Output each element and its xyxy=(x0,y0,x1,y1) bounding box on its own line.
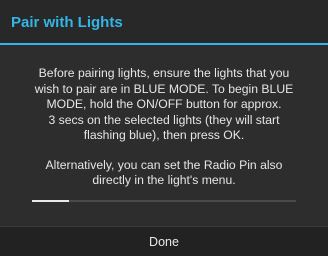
pair-lights-dialog: Pair with Lights Before pairing lights, … xyxy=(0,0,328,256)
dialog-footer: Done xyxy=(0,226,328,256)
done-button[interactable]: Done xyxy=(0,235,328,249)
progress-fill xyxy=(32,200,69,202)
message-line: 3 secs on the selected lights (they will… xyxy=(48,112,280,127)
message-line: Before pairing lights, ensure the lights… xyxy=(38,66,290,80)
instructions-message: Before pairing lights, ensure the lights… xyxy=(0,66,328,189)
message-line: MODE, hold the ON/OFF button for approx. xyxy=(46,97,282,111)
dialog-title: Pair with Lights xyxy=(11,14,123,31)
message-line: directly in the light's menu. xyxy=(92,173,236,187)
message-line: flashing blue), then press OK. xyxy=(83,128,245,142)
pairing-progress-bar xyxy=(32,200,296,202)
message-line: wish to pair are in BLUE MODE. To begin … xyxy=(34,81,294,96)
message-line: Alternatively, you can set the Radio Pin… xyxy=(45,157,283,172)
